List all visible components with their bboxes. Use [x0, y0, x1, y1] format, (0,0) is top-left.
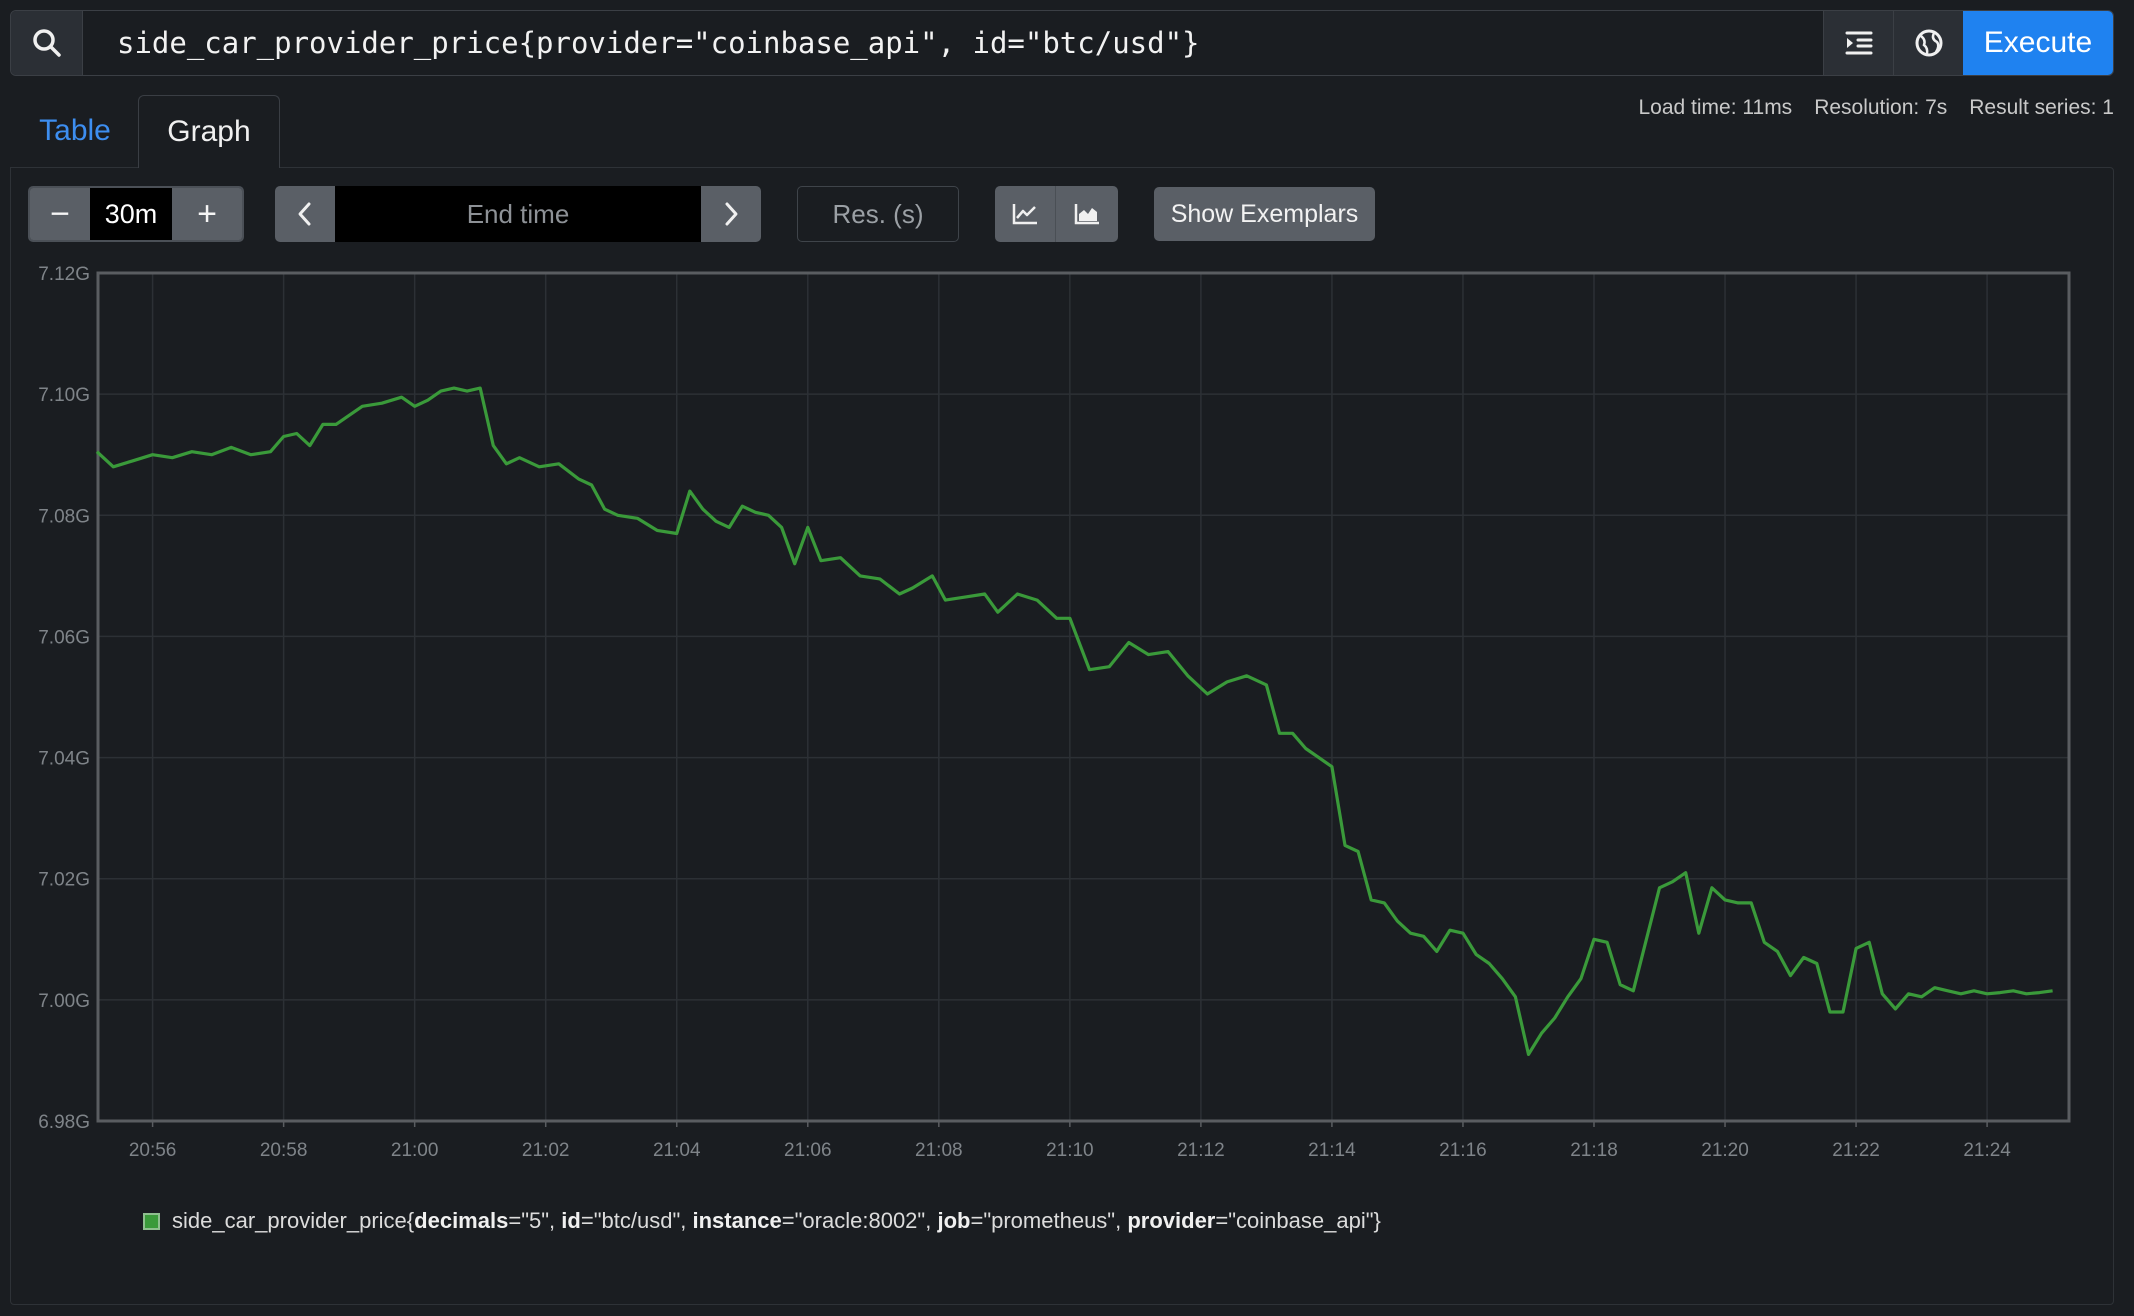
y-tick-label: 7.00G [38, 991, 90, 1012]
x-axis: 20:56 20:58 21:00 21:02 21:04 21:06 21:08 21:10… [129, 1121, 2011, 1161]
y-tick-label: 7.08G [38, 506, 90, 527]
legend-metric-name: side_car_provider_price [172, 1208, 407, 1233]
legend-eq: = [508, 1208, 522, 1233]
legend-sep: , [549, 1208, 562, 1233]
legend-label-key: job [937, 1208, 971, 1233]
y-tick-label: 7.10G [38, 385, 90, 406]
series-line [95, 386, 2053, 1057]
x-tick-label: 21:08 [915, 1140, 963, 1161]
legend-swatch[interactable] [143, 1212, 160, 1230]
legend-label-key: id [561, 1208, 581, 1233]
legend-eq: = [1215, 1208, 1229, 1233]
legend-sep: , [925, 1208, 938, 1233]
x-tick-label: 21:06 [784, 1140, 832, 1161]
x-tick-label: 21:16 [1439, 1140, 1487, 1161]
legend-label-value: "coinbase_api" [1228, 1208, 1374, 1233]
legend-brace-close: } [1373, 1208, 1381, 1233]
legend-sep: , [680, 1208, 693, 1233]
legend-label-key: provider [1127, 1208, 1216, 1233]
x-tick-label: 21:04 [653, 1140, 701, 1161]
x-tick-label: 21:18 [1570, 1140, 1618, 1161]
x-tick-label: 20:58 [260, 1140, 308, 1161]
legend-label-value: "oracle:8002" [794, 1208, 926, 1233]
legend-sep: , [1115, 1208, 1128, 1233]
legend-eq: = [781, 1208, 795, 1233]
y-tick-label: 6.98G [38, 1112, 90, 1133]
chart-series [95, 386, 2053, 1057]
legend-eq: = [970, 1208, 984, 1233]
legend-brace-open: { [406, 1208, 415, 1233]
y-tick-label: 7.06G [38, 627, 90, 648]
legend-label-value: "btc/usd" [593, 1208, 681, 1233]
x-tick-label: 21:20 [1701, 1140, 1749, 1161]
tab-graph[interactable]: Graph [138, 95, 280, 168]
legend-label-value: "prometheus" [983, 1208, 1116, 1233]
x-tick-label: 21:12 [1177, 1140, 1225, 1161]
x-tick-label: 21:00 [391, 1140, 439, 1161]
x-tick-label: 21:22 [1832, 1140, 1880, 1161]
x-tick-label: 21:02 [522, 1140, 570, 1161]
y-tick-label: 7.02G [38, 870, 90, 891]
y-axis: 6.98G 7.00G 7.02G 7.04G 7.06G 7.08G 7.10G 7.12G [38, 264, 90, 1133]
legend-eq: = [580, 1208, 594, 1233]
legend-label-value: "5" [521, 1208, 550, 1233]
price-line-chart: 6.98G 7.00G 7.02G 7.04G 7.06G 7.08G 7.10G 7.12G… [38, 264, 2071, 1161]
x-tick-label: 20:56 [129, 1140, 177, 1161]
chart-legend: side_car_provider_price{decimals = "5", id… [143, 1208, 1381, 1234]
x-tick-label: 21:14 [1308, 1140, 1356, 1161]
x-tick-label: 21:10 [1046, 1140, 1094, 1161]
x-tick-label: 21:24 [1963, 1140, 2011, 1161]
legend-label-key: decimals [414, 1208, 509, 1233]
y-tick-label: 7.12G [38, 264, 90, 285]
legend-label-key: instance [692, 1208, 782, 1233]
y-tick-label: 7.04G [38, 749, 90, 770]
